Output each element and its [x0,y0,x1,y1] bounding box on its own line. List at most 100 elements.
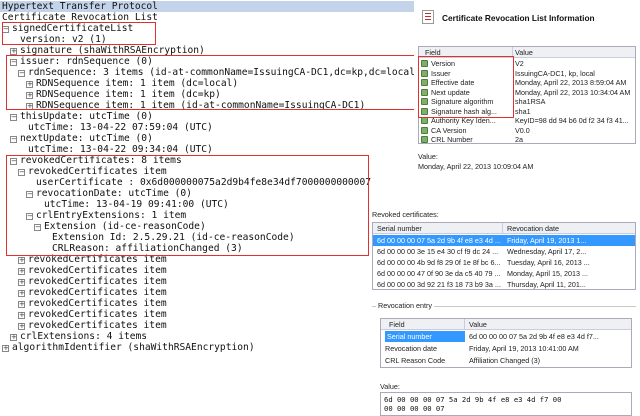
entry-value-label: Value: [380,382,400,391]
tree-node-label: revokedCertificates item [28,265,167,276]
entry-grid-header: Field Value [381,319,631,330]
expand-toggle-icon[interactable]: + [18,301,25,308]
entry-field-name: Revocation date [385,344,437,353]
highlight-signed-certificate-list [2,22,156,45]
tree-node-label: revokedCertificates item [28,298,167,309]
tree-node[interactable]: + algorithmIdentifier (shaWithRSAEncrypti… [2,342,255,353]
revoked-grid-header: Serial number Revocation date [373,223,635,234]
entry-row[interactable]: Serial number 6d 00 00 00 07 5a 2d 9b 4f … [381,331,631,342]
field-icon [421,117,428,124]
serial-number-cell: 6d 00 00 00 4b 9d f8 29 0f 1e 8f bc 6... [377,258,501,267]
field-value: Monday, April 22, 2013 8:59:04 AM [515,78,627,87]
tree-node[interactable]: + revokedCertificates item [18,320,167,331]
tree-node-label: revokedCertificates item [28,320,167,331]
tree-node[interactable]: + revokedCertificates item [18,309,167,320]
revocation-date-cell: Tuesday, April 16, 2013 ... [507,258,590,267]
highlight-crl-fields [418,56,514,118]
entry-field-name: Serial number [385,331,465,342]
column-header-value[interactable]: Value [513,47,635,58]
tree-node[interactable]: + revokedCertificates item [18,287,167,298]
certificate-list-icon [422,10,434,24]
highlight-revoked-certificate [6,155,369,256]
field-row[interactable]: CRL Number 2a [419,135,635,144]
field-icon [421,126,428,134]
revoked-certificate-row[interactable]: 6d 00 00 00 3e 15 e4 30 cf f9 dc 24 ... W… [373,246,635,257]
serial-number-cell: 6d 00 00 00 07 5a 2d 9b 4f e8 e3 4d ... [377,236,501,245]
expand-toggle-icon[interactable]: + [18,257,25,264]
expand-toggle-icon[interactable]: + [18,268,25,275]
expand-toggle-icon[interactable]: + [18,312,25,319]
revocation-entry-label: Revocation entry [376,301,434,310]
tree-node-label: thisUpdate: utcTime (0) [20,111,153,122]
protocol-header-row[interactable]: Hypertext Transfer Protocol [0,1,414,12]
highlight-issuer [6,55,415,110]
collapse-toggle-icon[interactable]: − [10,136,17,143]
tree-node[interactable]: utcTime: 13-04-22 09:34:04 (UTC) [26,144,213,155]
serial-number-cell: 6d 00 00 00 3d 92 21 f3 18 73 b9 3a ... [377,280,501,289]
revocation-entry-grid[interactable]: Field Value Serial number 6d 00 00 00 07 … [380,318,632,368]
serial-number-cell: 6d 00 00 00 3e 15 e4 30 cf f9 dc 24 ... [377,247,499,256]
entry-value-line: 6d 00 00 00 07 5a 2d 9b 4f e8 e3 4d f7 0… [384,395,562,404]
entry-field-name: CRL Reason Code [385,356,446,365]
revoked-certificate-row[interactable]: 6d 00 00 00 07 5a 2d 9b 4f e8 e3 4d ... F… [373,235,635,246]
tree-node-label: nextUpdate: utcTime (0) [20,133,153,144]
expand-toggle-icon[interactable]: + [18,323,25,330]
expand-toggle-icon[interactable]: + [2,345,9,352]
column-header-entry-value[interactable]: Value [465,319,631,330]
tree-node-label: revokedCertificates item [28,309,167,320]
expand-toggle-icon[interactable]: + [18,279,25,286]
tree-node[interactable]: utcTime: 13-04-22 07:59:04 (UTC) [26,122,213,133]
tree-node-label: revokedCertificates item [28,276,167,287]
tree-node[interactable]: + revokedCertificates item [18,276,167,287]
tree-node[interactable]: + revokedCertificates item [18,298,167,309]
column-header-serial-number[interactable]: Serial number [373,223,503,234]
field-value: Monday, April 22, 2013 10:34:04 AM [515,87,631,97]
field-value: sha1 [515,106,531,116]
entry-value-line: 00 00 00 00 07 [384,404,445,413]
tree-node-label: utcTime: 13-04-22 09:34:04 (UTC) [28,144,213,155]
field-icon [421,136,428,143]
field-row[interactable]: CA Version V0.0 [419,126,635,136]
field-value: 2a [515,135,523,144]
revocation-date-cell: Monday, April 15, 2013 ... [507,269,588,278]
entry-row[interactable]: Revocation date Friday, April 19, 2013 10… [381,343,631,354]
collapse-toggle-icon[interactable]: − [10,114,17,121]
revoked-certificates-label: Revoked certificates: [372,210,439,219]
field-value: KeyID=98 dd 94 b6 0d f2 34 f3 41... [515,116,629,125]
tree-node-label: crlExtensions: 4 items [20,331,148,342]
tree-node[interactable]: + revokedCertificates item [18,265,167,276]
value-label: Value: [418,152,438,161]
entry-field-value: 6d 00 00 00 07 5a 2d 9b 4f e8 e3 4d f7..… [469,332,599,341]
tree-node-label: utcTime: 13-04-22 07:59:04 (UTC) [28,122,213,133]
field-name: CRL Number [431,135,473,144]
revoked-certificates-grid[interactable]: Serial number Revocation date 6d 00 00 0… [372,222,636,290]
revocation-date-cell: Thursday, April 11, 201... [507,280,586,289]
serial-number-cell: 6d 00 00 00 47 0f 90 3e da c5 40 79 ... [377,269,501,278]
revocation-date-cell: Friday, April 19, 2013 1... [507,236,587,245]
field-value: V0.0 [515,125,530,135]
column-header-entry-field[interactable]: Field [381,319,465,330]
tree-node[interactable]: − thisUpdate: utcTime (0) [10,111,153,122]
expand-toggle-icon[interactable]: + [10,48,17,55]
crl-information-dialog: Certificate Revocation List Information … [372,0,640,416]
revoked-certificate-row[interactable]: 6d 00 00 00 4b 9d f8 29 0f 1e 8f bc 6...… [373,257,635,268]
tree-node-label: revokedCertificates item [28,287,167,298]
tree-node[interactable]: + crlExtensions: 4 items [10,331,147,342]
tree-node-label: algorithmIdentifier (shaWithRSAEncryptio… [12,342,255,353]
field-value: sha1RSA [515,97,546,106]
revocation-date-cell: Wednesday, April 17, 2... [507,247,587,256]
protocol-tree: Hypertext Transfer Protocol Certificate … [0,0,421,416]
field-value: V2 [515,59,524,68]
revoked-certificate-row[interactable]: 6d 00 00 00 47 0f 90 3e da c5 40 79 ... M… [373,268,635,279]
expand-toggle-icon[interactable]: + [18,290,25,297]
entry-value-box[interactable]: 6d 00 00 00 07 5a 2d 9b 4f e8 e3 4d f7 0… [380,392,632,416]
expand-toggle-icon[interactable]: + [10,334,17,341]
field-name: CA Version [431,125,467,135]
value-text: Monday, April 22, 2013 10:09:04 AM [418,162,534,171]
column-header-revocation-date[interactable]: Revocation date [503,223,635,234]
revoked-certificate-row[interactable]: 6d 00 00 00 3d 92 21 f3 18 73 b9 3a ... T… [373,279,635,289]
entry-field-value: Friday, April 19, 2013 10:41:00 AM [469,344,579,353]
field-value: IssuingCA-DC1, kp, local [515,68,595,78]
entry-row[interactable]: CRL Reason Code Affiliation Changed (3) [381,355,631,366]
tree-node[interactable]: − nextUpdate: utcTime (0) [10,133,153,144]
